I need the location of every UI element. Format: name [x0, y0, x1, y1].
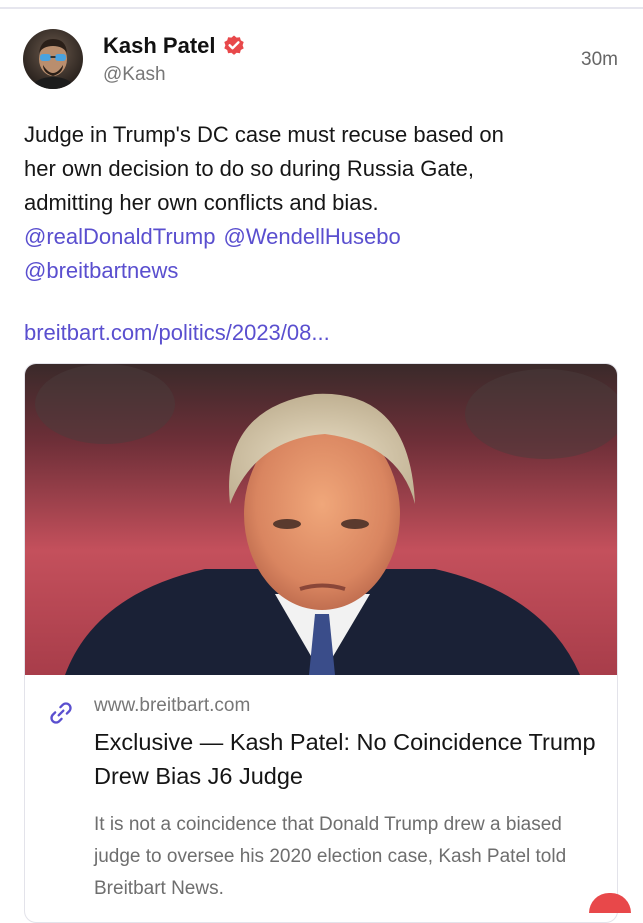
- author-name[interactable]: Kash Patel: [103, 33, 216, 59]
- verified-badge-icon: [223, 35, 244, 55]
- avatar-image: [31, 39, 75, 89]
- body-line: admitting her own conflicts and bias.: [24, 190, 379, 215]
- link-chain-icon: [50, 702, 72, 724]
- mentions-row: @breitbartnews: [24, 254, 624, 288]
- mention-link[interactable]: @realDonaldTrump: [24, 224, 215, 249]
- timestamp: 30m: [581, 49, 618, 70]
- post-body: Judge in Trump's DC case must recuse bas…: [24, 118, 624, 288]
- card-image[interactable]: [25, 364, 618, 675]
- card-description: It is not a coincidence that Donald Trum…: [94, 814, 567, 899]
- mentions-row: @realDonaldTrump @WendellHusebo: [24, 220, 624, 254]
- post: Kash Patel @Kash 30m Judge in Trump's DC…: [0, 0, 643, 923]
- avatar[interactable]: [23, 29, 83, 89]
- top-divider: [0, 7, 643, 9]
- card-domain: www.breitbart.com: [94, 695, 251, 716]
- body-line: Judge in Trump's DC case must recuse bas…: [24, 122, 504, 147]
- card-title[interactable]: Exclusive — Kash Patel: No Coincidence T…: [94, 725, 604, 793]
- body-line: her own decision to do so during Russia …: [24, 156, 475, 181]
- post-link-url[interactable]: breitbart.com/politics/2023/08...: [24, 320, 330, 346]
- mention-link[interactable]: @WendellHusebo: [223, 224, 400, 249]
- author-row: Kash Patel: [103, 32, 246, 60]
- mention-link[interactable]: @breitbartnews: [24, 258, 178, 283]
- author-handle[interactable]: @Kash: [103, 64, 166, 86]
- link-preview-card[interactable]: www.breitbart.com Exclusive — Kash Patel…: [24, 363, 618, 923]
